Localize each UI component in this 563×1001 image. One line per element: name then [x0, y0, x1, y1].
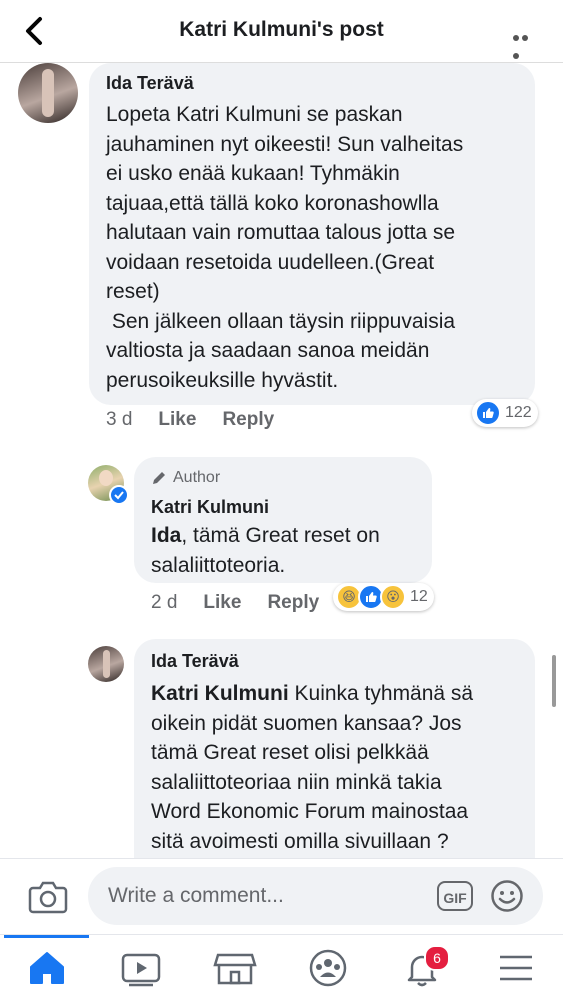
reply-button[interactable]: Reply [222, 409, 274, 430]
page-title: Katri Kulmuni's post [179, 18, 384, 41]
comment-input[interactable]: Write a comment... GIF [88, 867, 543, 925]
notification-badge: 6 [424, 945, 450, 971]
bottom-tab-bar: 6 [0, 934, 563, 1001]
mention-link[interactable]: Ida [151, 524, 181, 547]
comment-bubble: Ida Terävä Katri Kulmuni Kuinka tyhmänä … [134, 639, 535, 858]
mention-link[interactable]: Katri Kulmuni [151, 682, 289, 705]
reaction-summary[interactable]: 122 [472, 399, 538, 427]
watch-video-icon[interactable] [111, 943, 171, 993]
scrollbar[interactable] [552, 655, 556, 707]
emoji-icon[interactable] [490, 879, 524, 913]
home-icon[interactable] [17, 943, 77, 993]
like-button[interactable]: Like [158, 409, 196, 430]
marketplace-icon[interactable] [205, 943, 265, 993]
groups-icon[interactable] [298, 943, 358, 993]
like-reaction-icon [475, 400, 501, 426]
gif-button[interactable]: GIF [437, 881, 473, 911]
notifications-tab[interactable]: 6 [392, 943, 452, 993]
top-bar: Katri Kulmuni's post [0, 0, 563, 63]
verified-badge-icon [109, 485, 129, 505]
comment-time: 3 d [106, 409, 133, 430]
pencil-icon [153, 472, 165, 484]
avatar[interactable] [88, 646, 124, 682]
reaction-summary[interactable]: 😆 😮 12 [333, 583, 434, 611]
comment-thread: Ida Terävä Lopeta Katri Kulmuni se paska… [0, 63, 563, 858]
comment-text: Katri Kulmuni Kuinka tyhmänä sä oikein p… [151, 682, 474, 853]
comment-time: 2 d [151, 592, 178, 613]
comment-text: Lopeta Katri Kulmuni se paskan jauhamine… [106, 103, 464, 392]
author-label: Author [151, 469, 220, 487]
avatar[interactable] [18, 63, 78, 123]
comment-bubble: Ida Terävä Lopeta Katri Kulmuni se paska… [89, 63, 535, 405]
comment-author[interactable]: Ida Terävä [106, 73, 194, 94]
menu-icon[interactable] [486, 943, 546, 993]
reaction-count: 12 [410, 588, 428, 605]
camera-icon[interactable] [28, 878, 68, 916]
reaction-count: 122 [505, 404, 532, 421]
comment-composer: Write a comment... GIF [0, 858, 563, 935]
comment-meta: 3 d Like Reply [106, 409, 274, 431]
wow-reaction-icon: 😮 [380, 584, 406, 610]
comment-input-placeholder: Write a comment... [108, 884, 284, 907]
reply-button[interactable]: Reply [267, 592, 319, 613]
comment-bubble: Author Katri Kulmuni Ida, tämä Great res… [134, 457, 432, 583]
like-button[interactable]: Like [203, 592, 241, 613]
comment-author[interactable]: Katri Kulmuni [151, 497, 269, 518]
comment-text: Ida, tämä Great reset on salaliittoteori… [151, 524, 380, 577]
active-tab-indicator [4, 935, 89, 938]
comment-meta: 2 d Like Reply [151, 592, 319, 614]
more-options-icon[interactable] [513, 28, 539, 59]
comment-author[interactable]: Ida Terävä [151, 651, 239, 672]
